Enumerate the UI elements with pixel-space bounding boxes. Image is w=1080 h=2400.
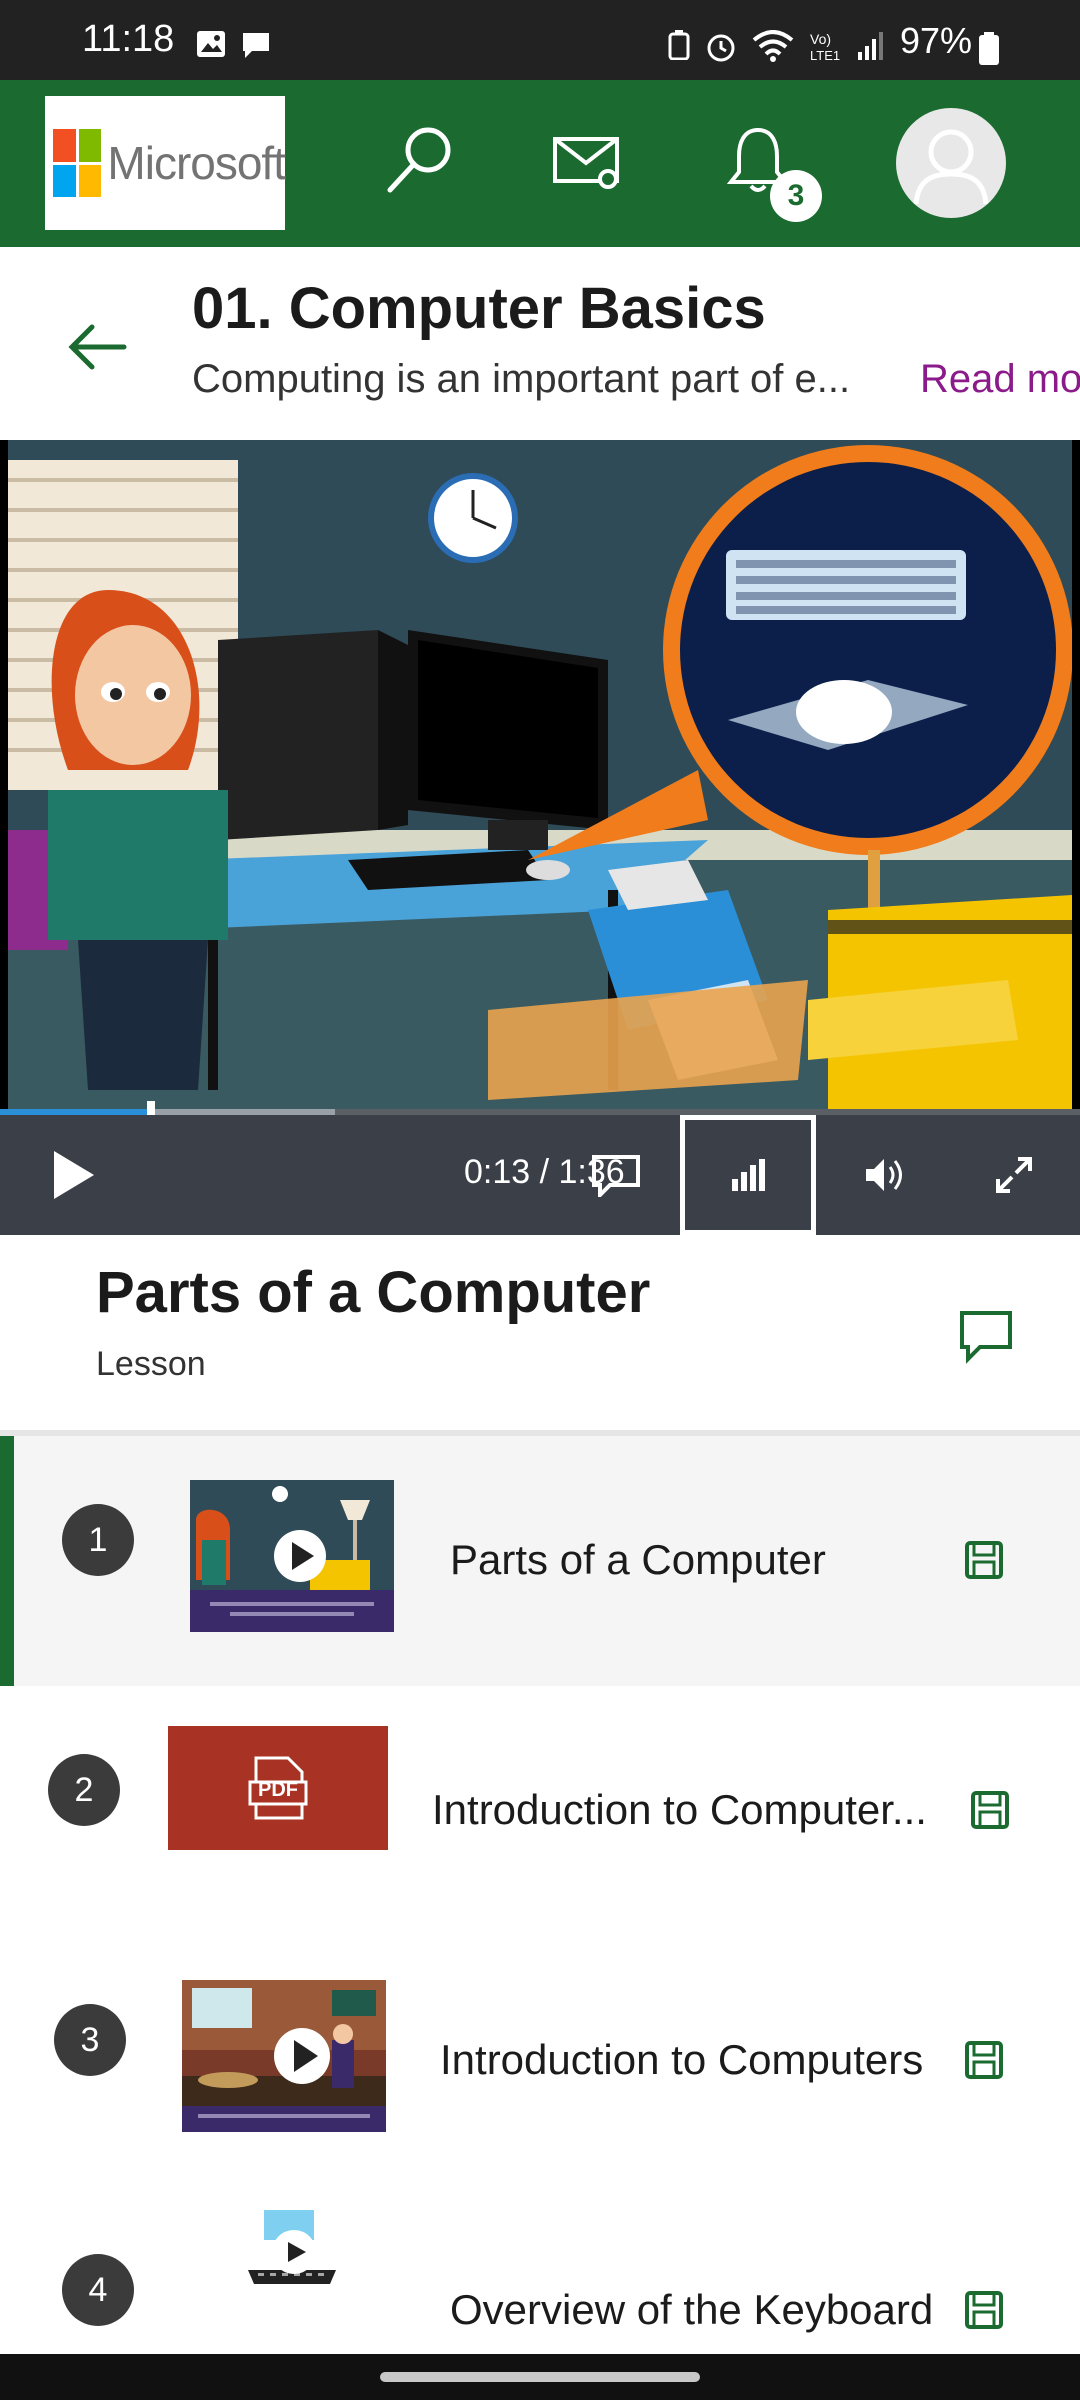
read-more-link[interactable]: Read mo (920, 357, 1080, 402)
battery-saver-icon (668, 30, 690, 60)
app-header: Microsoft 3 (0, 80, 1080, 247)
lesson-type: Lesson (96, 1345, 206, 1383)
save-icon[interactable] (964, 2290, 1004, 2330)
video-thumbnail (244, 2200, 340, 2354)
image-icon (197, 31, 225, 57)
course-title: 01. Computer Basics (192, 276, 766, 341)
item-number: 4 (62, 2254, 134, 2326)
system-nav-bar (0, 2354, 1080, 2400)
course-description: Computing is an important part of e... (192, 357, 851, 401)
pdf-thumbnail: PDF (168, 1726, 388, 1850)
item-title: Parts of a Computer (450, 1536, 826, 1583)
list-item[interactable]: 1 Parts of a Computer (0, 1436, 1080, 1686)
save-icon[interactable] (964, 2040, 1004, 2080)
volume-icon (866, 1159, 902, 1191)
pdf-label: PDF (258, 1779, 298, 1801)
volte-icon: Vo)LTE1 (810, 31, 840, 63)
lesson-list: 1 Parts of a Computer 2 PDF Introduction… (0, 1430, 1080, 2354)
video-thumbnail (182, 1980, 386, 2132)
item-title: Introduction to Computer... (432, 1786, 927, 1833)
battery-percent: 97% (900, 20, 973, 61)
chat-icon (243, 33, 269, 58)
lesson-header: Parts of a Computer Lesson (0, 1235, 1080, 1430)
video-controls: 0:13 / 1:36 (0, 1115, 1080, 1235)
quality-button[interactable] (680, 1115, 816, 1235)
item-title: Introduction to Computers (440, 2036, 924, 2083)
notifications-button[interactable]: 3 (708, 110, 822, 222)
mail-button[interactable] (538, 110, 638, 210)
mail-icon (553, 137, 619, 189)
save-icon[interactable] (970, 1790, 1010, 1830)
list-item[interactable]: 4 Overview of the Keyboard (0, 2186, 1080, 2354)
video-thumbnail (190, 1480, 394, 1632)
lesson-title: Parts of a Computer (96, 1260, 651, 1325)
status-time: 11:18 (82, 18, 175, 60)
play-icon[interactable] (40, 1143, 104, 1207)
fullscreen-icon (996, 1157, 1032, 1193)
battery-icon (979, 32, 999, 65)
user-icon (913, 129, 989, 205)
status-bar: 11:18 Vo) LTE1 97% (0, 0, 1080, 80)
search-icon (387, 127, 451, 193)
microsoft-logo-icon (53, 129, 102, 197)
volume-button[interactable] (816, 1115, 952, 1235)
item-number: 1 (62, 1504, 134, 1576)
alarm-icon (707, 34, 735, 62)
comment-icon[interactable] (956, 1305, 1016, 1365)
video-player[interactable]: 0:13 / 1:36 (0, 440, 1080, 1235)
item-number: 2 (48, 1754, 120, 1826)
microsoft-logo[interactable]: Microsoft (45, 96, 286, 230)
home-gesture-pill[interactable] (380, 2372, 700, 2382)
item-title: Overview of the Keyboard (450, 2286, 934, 2333)
avatar[interactable] (896, 108, 1006, 218)
svg-text:Vo): Vo) (810, 31, 831, 47)
save-icon[interactable] (964, 1540, 1004, 1580)
svg-text:LTE1: LTE1 (810, 48, 840, 63)
wifi-icon (752, 30, 794, 62)
fullscreen-button[interactable] (946, 1115, 1080, 1235)
video-frame-illustration (8, 440, 1072, 1112)
course-header: 01. Computer Basics Computing is an impo… (0, 247, 1080, 440)
signal-bars-icon (732, 1159, 765, 1191)
search-button[interactable] (370, 110, 470, 210)
captions-icon (592, 1155, 640, 1197)
captions-button[interactable] (548, 1115, 684, 1235)
logo-text: Microsoft (107, 137, 286, 189)
signal-icon (858, 32, 883, 60)
notification-count-badge: 3 (770, 170, 822, 222)
list-item[interactable]: 2 PDF Introduction to Computer... (0, 1686, 1080, 1936)
list-item[interactable]: 3 Introduction to Computers (0, 1936, 1080, 2186)
item-number: 3 (54, 2004, 126, 2076)
back-arrow-icon[interactable] (62, 317, 132, 377)
